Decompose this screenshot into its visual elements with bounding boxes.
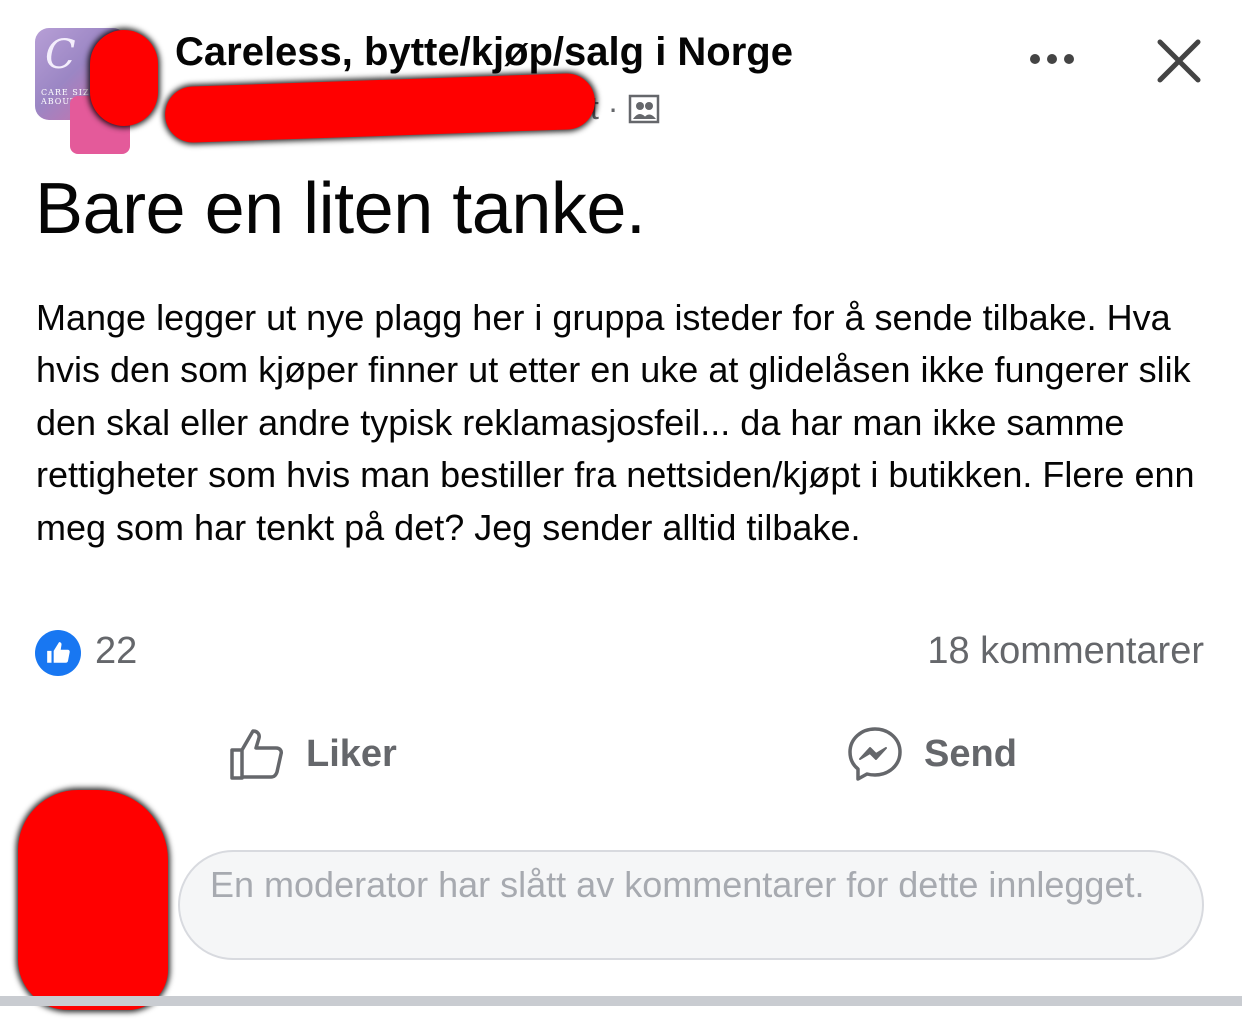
like-count[interactable]: 22 bbox=[95, 630, 137, 673]
comment-count[interactable]: 18 kommentarer bbox=[927, 630, 1204, 673]
comments-disabled-notice: En moderator har slått av kommentarer fo… bbox=[178, 850, 1204, 960]
like-reaction-badge[interactable] bbox=[35, 630, 81, 676]
like-button-label: Liker bbox=[306, 732, 397, 775]
thumbs-up-outline-icon bbox=[230, 729, 283, 780]
group-name[interactable]: Careless, bytte/kjøp/salg i Norge bbox=[175, 30, 793, 75]
dot-icon bbox=[1030, 54, 1040, 64]
bottom-divider bbox=[0, 996, 1242, 1006]
messenger-icon bbox=[848, 727, 902, 781]
redacted-profile-photo bbox=[90, 30, 158, 126]
thumbs-up-icon bbox=[47, 642, 70, 663]
avatar-letter: C bbox=[45, 32, 76, 78]
dot-icon bbox=[1047, 54, 1057, 64]
redacted-commenter-avatar bbox=[18, 790, 168, 1010]
more-options-button[interactable] bbox=[1025, 44, 1079, 74]
close-icon[interactable] bbox=[1152, 34, 1206, 88]
post-title: Bare en liten tanke. bbox=[35, 169, 646, 249]
post-body-text: Mange legger ut nye plagg her i gruppa i… bbox=[36, 297, 1195, 548]
send-button-label: Send bbox=[924, 732, 1017, 775]
dot-icon bbox=[1064, 54, 1074, 64]
like-button[interactable]: Liker bbox=[228, 722, 397, 786]
members-group-icon bbox=[629, 94, 660, 123]
post-meta: t · bbox=[590, 90, 660, 127]
redacted-author-name bbox=[164, 72, 596, 144]
send-button[interactable]: Send bbox=[846, 722, 1017, 786]
